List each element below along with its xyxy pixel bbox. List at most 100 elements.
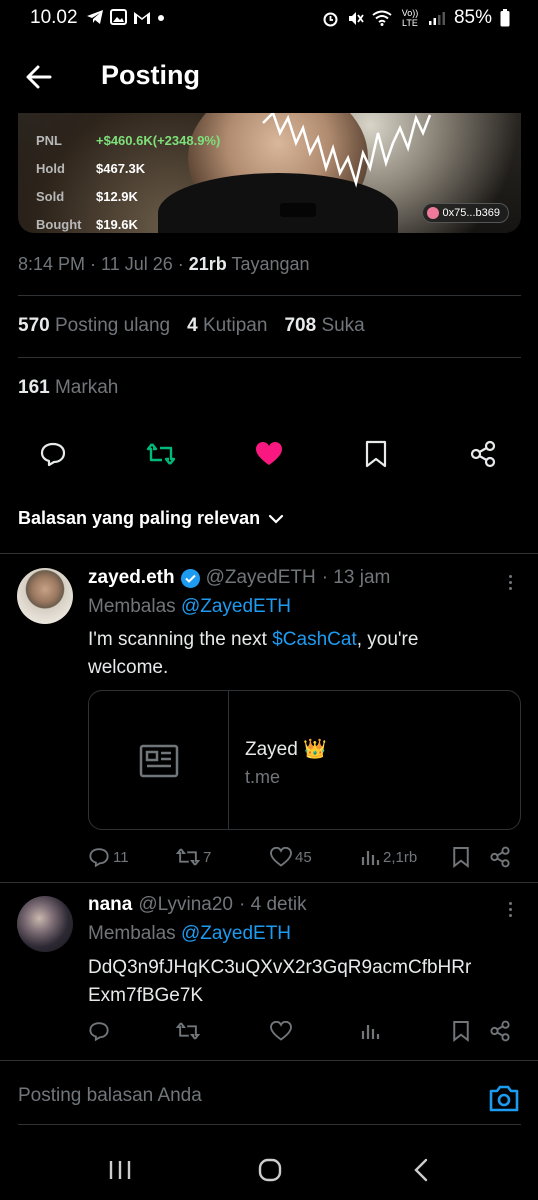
bookmark-icon — [453, 1021, 469, 1042]
wallet-address: 0x75...b369 — [442, 207, 501, 219]
system-nav-bar — [0, 1140, 538, 1200]
bookmark-button[interactable] — [358, 436, 394, 472]
more-options-button[interactable] — [501, 570, 519, 594]
post-time: 8:14 PM — [18, 254, 86, 274]
reply-time: · 4 detik — [239, 894, 307, 915]
home-button[interactable] — [255, 1155, 285, 1185]
stat-row-hold: Hold $467.3K — [36, 154, 220, 182]
reply-text-line: Exm7fBGe7K — [88, 985, 204, 1006]
reply-text-line: welcome. — [88, 657, 169, 678]
home-icon — [258, 1158, 282, 1182]
camera-button[interactable] — [488, 1083, 520, 1113]
likes-count: 708 — [284, 315, 317, 336]
repost-button[interactable] — [176, 1019, 200, 1043]
bookmark-button[interactable] — [452, 845, 470, 869]
share-icon — [490, 1020, 510, 1042]
dot-icon — [158, 15, 164, 21]
reply-text-line: DdQ3n9fJHqKC3uQXvX2r3GqR9acmCfbHRr — [88, 957, 472, 978]
divider — [0, 553, 538, 554]
replying-to-handle[interactable]: @ZayedETH — [181, 923, 291, 944]
likes-label: Suka — [321, 315, 365, 336]
repost-button[interactable] — [143, 436, 179, 472]
back-button[interactable] — [22, 60, 56, 94]
avatar[interactable] — [17, 896, 73, 952]
share-icon — [490, 846, 510, 868]
reply-text: I'm scanning the next $CashCat, you're w… — [88, 626, 418, 682]
more-options-button[interactable] — [501, 897, 519, 921]
like-button[interactable] — [251, 436, 287, 472]
reply-button[interactable]: 11 — [88, 845, 129, 869]
avatar[interactable] — [17, 568, 73, 624]
notification-icons — [86, 9, 165, 25]
recent-apps-button[interactable] — [105, 1155, 135, 1185]
lte-indicator: Vo)) LTE — [401, 8, 419, 28]
like-button[interactable]: 45 — [270, 845, 312, 869]
repost-button[interactable]: 7 — [176, 845, 211, 869]
reposts-count: 570 — [18, 315, 50, 336]
reply-author-name[interactable]: zayed.eth — [88, 567, 175, 589]
reposts-count-link[interactable]: 570 Posting ulang — [18, 315, 170, 337]
stat-value: $19.6K — [96, 216, 138, 232]
pnl-stats: PNL +$460.6K(+2348.9%) Hold $467.3K Sold… — [36, 126, 220, 233]
reply-button[interactable] — [88, 1019, 110, 1043]
share-button[interactable] — [489, 845, 511, 869]
wallet-tag: 0x75...b369 — [421, 203, 509, 223]
link-preview-card[interactable]: Zayed 👑 t.me — [88, 690, 521, 830]
heart-icon — [270, 847, 292, 867]
like-button[interactable] — [270, 1019, 292, 1043]
replying-to-handle[interactable]: @ZayedETH — [181, 596, 291, 617]
reply-author-handle[interactable]: @ZayedETH — [206, 567, 316, 589]
share-button[interactable] — [489, 1019, 511, 1043]
battery-icon — [500, 9, 510, 27]
nav-back-button[interactable] — [406, 1155, 436, 1185]
reply-icon — [89, 1022, 109, 1042]
stat-value: $467.3K — [96, 160, 146, 176]
reply-author-name[interactable]: nana — [88, 894, 132, 916]
battery-percent: 85% — [453, 7, 492, 28]
divider — [18, 295, 521, 296]
repost-icon — [146, 443, 176, 465]
page-title: Posting — [101, 60, 200, 90]
alarm-icon — [323, 12, 338, 26]
reply-author-handle[interactable]: @Lyvina20 — [138, 894, 233, 916]
replying-label: Membalas — [88, 596, 176, 617]
status-time: 10.02 — [30, 7, 78, 28]
divider — [18, 1124, 521, 1125]
reply-text: DdQ3n9fJHqKC3uQXvX2r3GqR9acmCfbHRr Exm7f… — [88, 954, 471, 1010]
views-button[interactable] — [360, 1019, 380, 1043]
reply-sort-dropdown[interactable]: Balasan yang paling relevan — [18, 508, 284, 529]
reposts-label: Posting ulang — [54, 315, 171, 336]
reply-button[interactable] — [35, 436, 71, 472]
signal-icon — [428, 12, 445, 25]
back-arrow-icon — [26, 65, 52, 89]
sort-label: Balasan yang paling relevan — [18, 508, 261, 528]
telegram-icon — [87, 10, 103, 24]
like-count: 45 — [295, 848, 312, 866]
quotes-count: 4 — [187, 315, 198, 336]
stat-label: Sold — [36, 188, 65, 204]
likes-count-link[interactable]: 708 Suka — [284, 315, 364, 337]
bookmarks-label: Markah — [54, 377, 119, 398]
bookmarks-count-link[interactable]: 161 Markah — [18, 377, 118, 399]
quotes-label: Kutipan — [203, 315, 268, 336]
divider — [18, 357, 521, 358]
share-icon — [470, 440, 496, 468]
bookmark-button[interactable] — [452, 1019, 470, 1043]
link-thumbnail — [89, 691, 229, 829]
reply-action-bar: 11 7 45 2,1rb — [88, 845, 521, 869]
cashtag-link[interactable]: $CashCat — [272, 629, 357, 650]
quotes-count-link[interactable]: 4 Kutipan — [187, 315, 267, 337]
bookmark-icon — [365, 440, 387, 468]
views-button[interactable]: 2,1rb — [360, 845, 417, 869]
top-app-bar: Posting — [0, 50, 538, 104]
post-media-image[interactable]: PNL +$460.6K(+2348.9%) Hold $467.3K Sold… — [18, 113, 521, 233]
share-button[interactable] — [465, 436, 501, 472]
post-timestamp: 8:14 PM · 11 Jul 26 · 21rb Tayangan — [18, 254, 310, 274]
view-count: 2,1rb — [383, 848, 418, 866]
repost-count: 7 — [203, 848, 212, 866]
views-count: 21rb — [188, 254, 227, 274]
analytics-icon — [361, 851, 380, 865]
wifi-icon — [372, 10, 392, 26]
stat-label: Hold — [36, 160, 65, 176]
reply-compose-input[interactable]: Posting balasan Anda — [18, 1085, 202, 1107]
